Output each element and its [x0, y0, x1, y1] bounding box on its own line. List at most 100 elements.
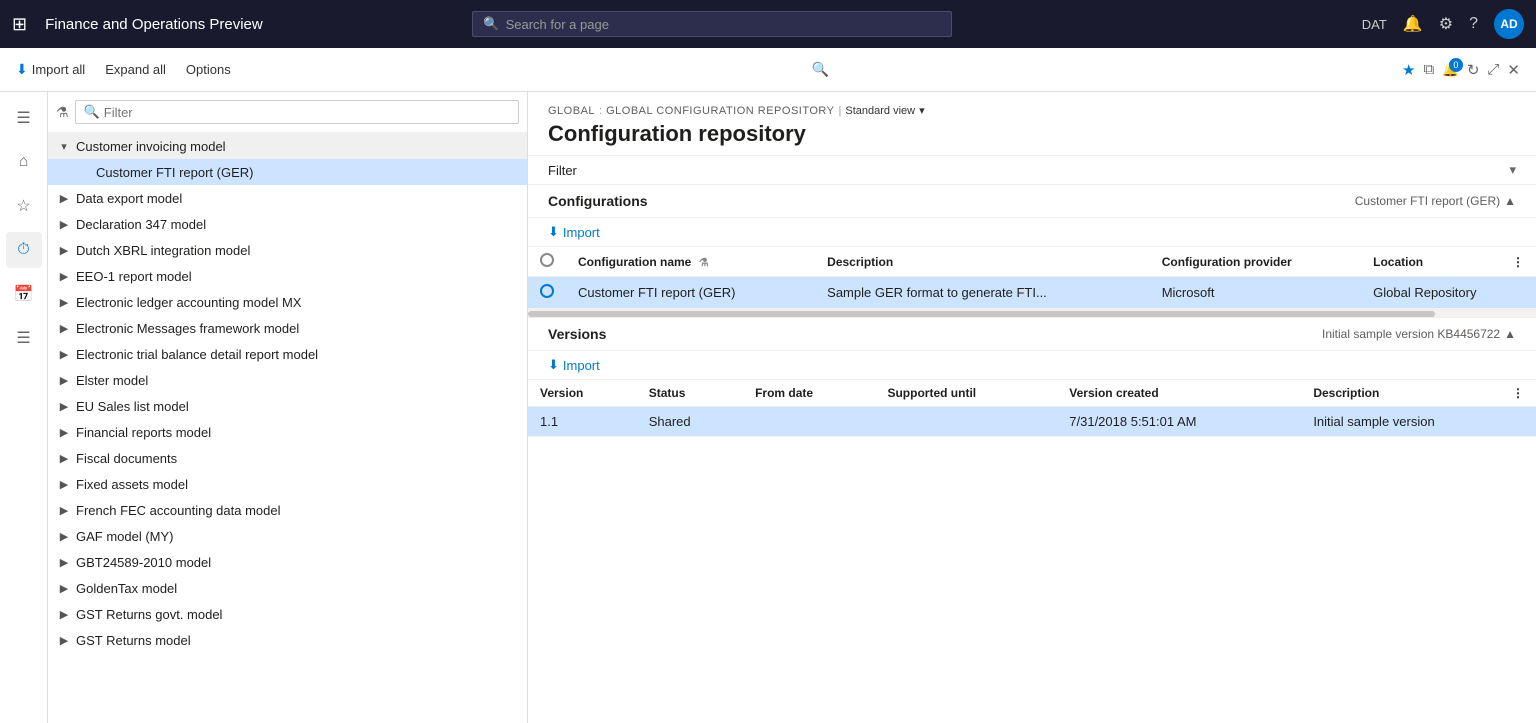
app-grid-icon[interactable]: ⊞	[12, 14, 27, 35]
help-icon[interactable]: ?	[1469, 15, 1478, 33]
tree-item-french-fec[interactable]: ▶ French FEC accounting data model	[48, 497, 527, 523]
tree-item-gbt24589[interactable]: ▶ GBT24589-2010 model	[48, 549, 527, 575]
tree-item-eeo1[interactable]: ▶ EEO-1 report model	[48, 263, 527, 289]
tree-label-fiscal-docs: Fiscal documents	[76, 451, 177, 466]
import-all-icon: ⬇	[16, 61, 28, 78]
tree-item-dutch-xbrl[interactable]: ▶ Dutch XBRL integration model	[48, 237, 527, 263]
configurations-table-scroll[interactable]: Configuration name ⚗ Description Configu…	[528, 247, 1536, 309]
expand-icon-gbt24589[interactable]: ▶	[56, 554, 72, 570]
tree-item-elster[interactable]: ▶ Elster model	[48, 367, 527, 393]
new-window-icon[interactable]: ⤢	[1487, 61, 1499, 78]
notification-badge-button[interactable]: 🔔 0	[1442, 62, 1459, 78]
right-filter-label: Filter	[548, 163, 577, 178]
versions-more-icon[interactable]: ⋮	[1512, 386, 1524, 400]
expand-icon-eeo1[interactable]: ▶	[56, 268, 72, 284]
refresh-icon[interactable]: ↻	[1467, 61, 1480, 79]
home-icon[interactable]: ⌂	[6, 144, 42, 180]
list-icon[interactable]: ☰	[6, 320, 42, 356]
tree-item-electronic-messages[interactable]: ▶ Electronic Messages framework model	[48, 315, 527, 341]
row-radio-cell[interactable]	[528, 277, 566, 309]
toolbar-search-button[interactable]: 🔍	[804, 57, 837, 82]
tree-item-fiscal-docs[interactable]: ▶ Fiscal documents	[48, 445, 527, 471]
expand-icon-fiscal-docs[interactable]: ▶	[56, 450, 72, 466]
avatar[interactable]: AD	[1494, 9, 1524, 39]
expand-icon-gaf-my[interactable]: ▶	[56, 528, 72, 544]
options-button[interactable]: Options	[178, 58, 239, 81]
tree-item-gst-returns[interactable]: ▶ GST Returns model	[48, 627, 527, 653]
expand-icon-fixed-assets[interactable]: ▶	[56, 476, 72, 492]
main-layout: ☰ ⌂ ☆ ⏱ 📅 ☰ ⚗ 🔍 ▾ Customer invoicing mod…	[0, 92, 1536, 723]
header-radio-icon	[540, 253, 554, 267]
expand-icon-eu-sales[interactable]: ▶	[56, 398, 72, 414]
versions-header-row: Version Status From date Supported until…	[528, 380, 1536, 407]
bell-icon[interactable]: 🔔	[1403, 14, 1423, 34]
import-all-button[interactable]: ⬇ Import all	[8, 57, 93, 82]
col-description: Description	[815, 247, 1150, 277]
row-from-date	[743, 407, 875, 437]
side-navigation-icons: ☰ ⌂ ☆ ⏱ 📅 ☰	[0, 92, 48, 723]
versions-table-body: 1.1 Shared 7/31/2018 5:51:01 AM Initial …	[528, 407, 1536, 437]
tree-item-goldentax[interactable]: ▶ GoldenTax model	[48, 575, 527, 601]
tree-item-data-export[interactable]: ▶ Data export model	[48, 185, 527, 211]
right-panel-header: GLOBAL : GLOBAL CONFIGURATION REPOSITORY…	[528, 92, 1536, 156]
configurations-section-header: Configurations Customer FTI report (GER)…	[528, 185, 1536, 218]
configurations-import-button[interactable]: ⬇ Import	[548, 224, 600, 240]
tree-item-declaration-347[interactable]: ▶ Declaration 347 model	[48, 211, 527, 237]
versions-import-button[interactable]: ⬇ Import	[548, 357, 600, 373]
search-icon: 🔍	[483, 16, 499, 32]
view-chevron-icon: ▾	[919, 104, 925, 117]
app-title: Finance and Operations Preview	[45, 16, 263, 33]
search-input[interactable]	[506, 17, 942, 32]
detach-icon[interactable]: ⧉	[1424, 61, 1435, 78]
tree-item-financial-reports[interactable]: ▶ Financial reports model	[48, 419, 527, 445]
version-row[interactable]: 1.1 Shared 7/31/2018 5:51:01 AM Initial …	[528, 407, 1536, 437]
expand-icon-customer-invoicing[interactable]: ▾	[56, 138, 72, 154]
versions-collapse-icon[interactable]: ▲	[1504, 327, 1516, 341]
tree-item-fixed-assets[interactable]: ▶ Fixed assets model	[48, 471, 527, 497]
tree-label-gaf-my: GAF model (MY)	[76, 529, 174, 544]
expand-icon-declaration-347[interactable]: ▶	[56, 216, 72, 232]
configurations-horizontal-scrollbar[interactable]	[528, 309, 1536, 317]
expand-icon-gst-returns-govt[interactable]: ▶	[56, 606, 72, 622]
expand-all-label: Expand all	[105, 62, 166, 77]
expand-icon-data-export[interactable]: ▶	[56, 190, 72, 206]
tree-item-electronic-trial[interactable]: ▶ Electronic trial balance detail report…	[48, 341, 527, 367]
tree-item-customer-invoicing[interactable]: ▾ Customer invoicing model	[48, 133, 527, 159]
expand-icon-electronic-trial[interactable]: ▶	[56, 346, 72, 362]
configurations-collapse-icon[interactable]: ▲	[1504, 194, 1516, 208]
settings-icon[interactable]: ⚙	[1439, 14, 1453, 34]
tree-label-french-fec: French FEC accounting data model	[76, 503, 281, 518]
tree-item-customer-fti[interactable]: ▶ Customer FTI report (GER)	[48, 159, 527, 185]
tree-item-eu-sales[interactable]: ▶ EU Sales list model	[48, 393, 527, 419]
close-icon[interactable]: ✕	[1507, 61, 1520, 79]
expand-icon-electronic-messages[interactable]: ▶	[56, 320, 72, 336]
configurations-table-body: Customer FTI report (GER) Sample GER for…	[528, 277, 1536, 309]
view-selector[interactable]: Standard view ▾	[845, 104, 924, 117]
tree-label-financial-reports: Financial reports model	[76, 425, 211, 440]
expand-all-button[interactable]: Expand all	[97, 58, 174, 81]
expand-icon-elster[interactable]: ▶	[56, 372, 72, 388]
versions-section: Versions Initial sample version KB445672…	[528, 318, 1536, 437]
table-row[interactable]: Customer FTI report (GER) Sample GER for…	[528, 277, 1536, 309]
filter-chevron-icon[interactable]: ▾	[1509, 162, 1516, 178]
hamburger-menu-icon[interactable]: ☰	[6, 100, 42, 136]
tree-item-gaf-my[interactable]: ▶ GAF model (MY)	[48, 523, 527, 549]
config-name-filter-icon[interactable]: ⚗	[699, 257, 709, 269]
favorites-icon[interactable]: ★	[1402, 61, 1415, 79]
tree-item-electronic-ledger[interactable]: ▶ Electronic ledger accounting model MX	[48, 289, 527, 315]
recent-icon[interactable]: ⏱	[6, 232, 42, 268]
right-filter-bar: Filter ▾	[528, 156, 1536, 185]
expand-icon-gst-returns[interactable]: ▶	[56, 632, 72, 648]
right-content: Filter ▾ Configurations Customer FTI rep…	[528, 156, 1536, 723]
expand-icon-goldentax[interactable]: ▶	[56, 580, 72, 596]
expand-icon-electronic-ledger[interactable]: ▶	[56, 294, 72, 310]
tree-item-gst-returns-govt[interactable]: ▶ GST Returns govt. model	[48, 601, 527, 627]
col-more-icon[interactable]: ⋮	[1512, 255, 1524, 269]
calendar-icon[interactable]: 📅	[6, 276, 42, 312]
toolbar: ⬇ Import all Expand all Options 🔍 ★ ⧉ 🔔 …	[0, 48, 1536, 92]
filter-input[interactable]	[104, 105, 510, 120]
star-icon[interactable]: ☆	[6, 188, 42, 224]
expand-icon-financial-reports[interactable]: ▶	[56, 424, 72, 440]
expand-icon-dutch-xbrl[interactable]: ▶	[56, 242, 72, 258]
expand-icon-french-fec[interactable]: ▶	[56, 502, 72, 518]
